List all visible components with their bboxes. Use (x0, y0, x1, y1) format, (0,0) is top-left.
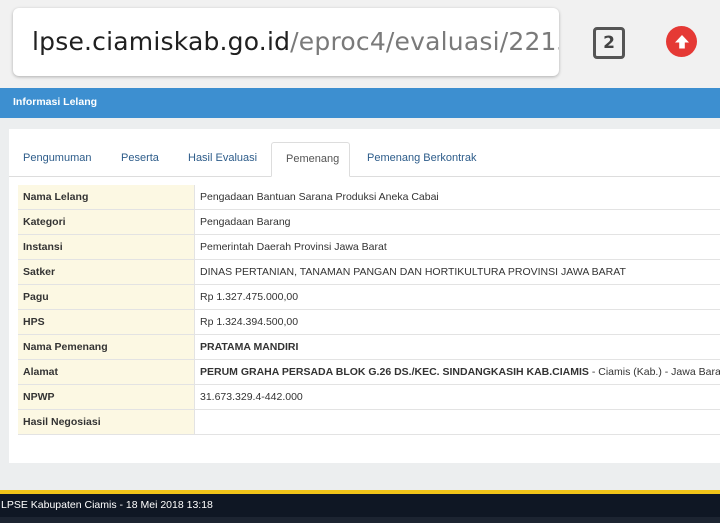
address-bar[interactable]: lpse.ciamiskab.go.id/eproc4/evaluasi/221… (13, 8, 559, 76)
row-label: NPWP (18, 384, 195, 410)
tab-pemenang[interactable]: Pemenang (271, 142, 350, 177)
table-row: Nama Lelang Pengadaan Bantuan Sarana Pro… (18, 185, 720, 210)
row-label: Satker (18, 259, 195, 285)
row-value: Rp 1.327.475.000,00 (194, 284, 720, 310)
table-row: HPS Rp 1.324.394.500,00 (18, 309, 720, 335)
tab-count: 2 (603, 33, 615, 53)
row-label: Pagu (18, 284, 195, 310)
page-title: Informasi Lelang (13, 96, 98, 108)
row-value: DINAS PERTANIAN, TANAMAN PANGAN DAN HORT… (194, 259, 720, 285)
page-header: Informasi Lelang (0, 88, 720, 118)
arrow-up-icon (674, 34, 689, 48)
tab-bar: Pengumuman Peserta Hasil Evaluasi Pemena… (9, 142, 720, 177)
row-label: Kategori (18, 209, 195, 235)
tab-hasil-evaluasi[interactable]: Hasil Evaluasi (174, 142, 271, 176)
row-label: Instansi (18, 234, 195, 260)
url-path: /eproc4/evaluasi/2215 (290, 27, 559, 56)
row-value: Pengadaan Bantuan Sarana Produksi Aneka … (194, 185, 720, 210)
tab-pemenang-berkontrak[interactable]: Pemenang Berkontrak (353, 142, 490, 176)
url-domain: lpse.ciamiskab.go.id (32, 27, 291, 56)
url-text[interactable]: lpse.ciamiskab.go.id/eproc4/evaluasi/221… (32, 25, 559, 59)
browser-toolbar: lpse.ciamiskab.go.id/eproc4/evaluasi/221… (0, 0, 720, 88)
tab-pengumuman[interactable]: Pengumuman (9, 142, 106, 176)
table-row: NPWP 31.673.329.4-442.000 (18, 384, 720, 410)
row-label: Nama Pemenang (18, 334, 195, 360)
winner-name: PRATAMA MANDIRI (194, 334, 720, 360)
address-value: PERUM GRAHA PERSADA BLOK G.26 DS./KEC. S… (194, 359, 720, 385)
tab-peserta[interactable]: Peserta (107, 142, 173, 176)
tab-switcher-button[interactable]: 2 (593, 27, 625, 59)
footer: LPSE Kabupaten Ciamis - 18 Mei 2018 13:1… (0, 494, 720, 517)
row-value (194, 409, 720, 435)
footer-text: LPSE Kabupaten Ciamis - 18 Mei 2018 13:1… (1, 499, 213, 511)
row-value: Pengadaan Barang (194, 209, 720, 235)
row-label: Nama Lelang (18, 185, 195, 210)
row-value: 31.673.329.4-442.000 (194, 384, 720, 410)
table-row: Nama Pemenang PRATAMA MANDIRI (18, 334, 720, 360)
update-button[interactable] (666, 26, 697, 57)
table-row: Instansi Pemerintah Daerah Provinsi Jawa… (18, 234, 720, 260)
table-row: Pagu Rp 1.327.475.000,00 (18, 284, 720, 310)
table-row: Satker DINAS PERTANIAN, TANAMAN PANGAN D… (18, 259, 720, 285)
address-region: - Ciamis (Kab.) - Jawa Barat (588, 366, 720, 378)
address-street: PERUM GRAHA PERSADA BLOK G.26 DS./KEC. S… (200, 366, 589, 378)
table-row: Kategori Pengadaan Barang (18, 209, 720, 235)
row-label: Alamat (18, 359, 195, 385)
tender-info-table: Nama Lelang Pengadaan Bantuan Sarana Pro… (18, 185, 720, 435)
row-label: Hasil Negosiasi (18, 409, 195, 435)
row-value: Rp 1.324.394.500,00 (194, 309, 720, 335)
row-value: Pemerintah Daerah Provinsi Jawa Barat (194, 234, 720, 260)
table-row: Alamat PERUM GRAHA PERSADA BLOK G.26 DS.… (18, 359, 720, 385)
table-row: Hasil Negosiasi (18, 409, 720, 435)
footer-bottom-bar (0, 517, 720, 523)
content-panel: Pengumuman Peserta Hasil Evaluasi Pemena… (9, 129, 720, 463)
row-label: HPS (18, 309, 195, 335)
